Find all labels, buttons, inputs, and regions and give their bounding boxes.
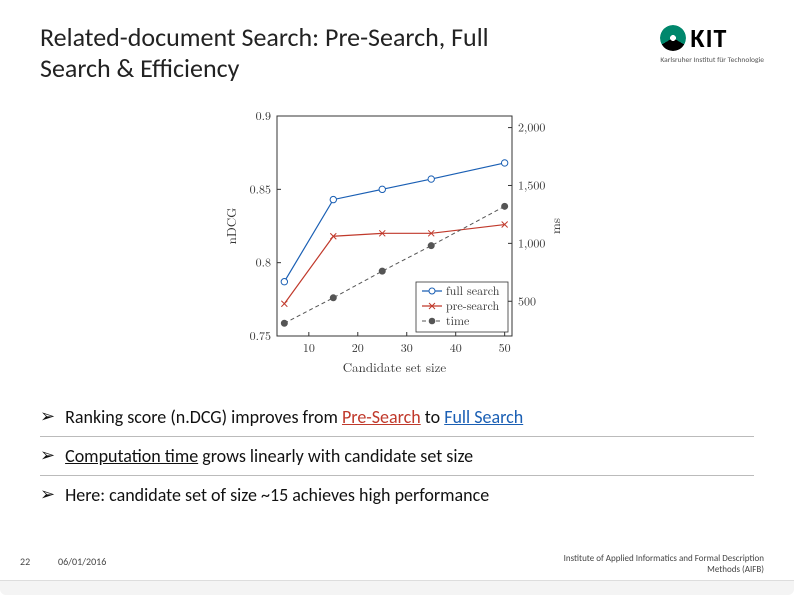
svg-text:1,000: 1,000 [518,234,545,251]
bullet-arrow-icon: ➢ [40,484,55,506]
svg-text:Candidate set size: Candidate set size [343,357,447,376]
svg-text:40: 40 [450,339,462,356]
svg-text:0.85: 0.85 [250,180,271,197]
svg-text:ms: ms [545,218,564,234]
svg-text:500: 500 [518,292,536,309]
svg-text:1,500: 1,500 [518,176,545,193]
bullet-text: to [421,406,444,428]
bullet-text: grows linearly with candidate set size [198,445,473,467]
bullet-accent-pre-search: Pre-Search [342,406,421,428]
chart: 0.75 0.8 0.85 0.9 500 1,000 1,500 2,000 10 20 30 40… [222,106,572,376]
slide-title: Related-document Search: Pre-Search, Ful… [40,22,560,84]
svg-text:time: time [446,312,469,329]
kit-logo-text: KIT [690,22,727,54]
footer-affiliation: Institute of Applied Informatics and For… [564,553,764,576]
svg-text:50: 50 [499,339,511,356]
svg-text:2,000: 2,000 [518,119,545,136]
bullet-list: ➢ Ranking score (n.DCG) improves from Pr… [40,398,754,514]
svg-text:10: 10 [303,339,315,356]
bullet-accent-computation-time: Computation time [65,445,198,467]
svg-text:30: 30 [401,339,413,356]
bullet-item: ➢ Ranking score (n.DCG) improves from Pr… [40,398,754,437]
svg-text:0.75: 0.75 [250,327,271,344]
svg-text:0.8: 0.8 [256,254,271,271]
bullet-text: Ranking score (n.DCG) improves from [65,406,342,428]
bullet-arrow-icon: ➢ [40,406,55,428]
slide-date: 06/01/2016 [58,555,106,568]
bullet-text: Here: candidate set of size ~15 achieves… [65,484,489,506]
kit-fan-icon [660,25,686,51]
svg-text:0.9: 0.9 [256,107,271,124]
kit-logo: KIT Karlsruher Institut für Technologie [660,22,764,65]
bullet-item: ➢ Here: candidate set of size ~15 achiev… [40,476,754,514]
svg-text:20: 20 [352,339,364,356]
kit-logo-subtitle: Karlsruher Institut für Technologie [660,56,764,65]
bullet-arrow-icon: ➢ [40,445,55,467]
page-number: 22 [20,555,30,568]
svg-text:nDCG: nDCG [222,208,240,245]
bullet-item: ➢ Computation time grows linearly with c… [40,437,754,476]
bullet-accent-full-search: Full Search [444,406,523,428]
